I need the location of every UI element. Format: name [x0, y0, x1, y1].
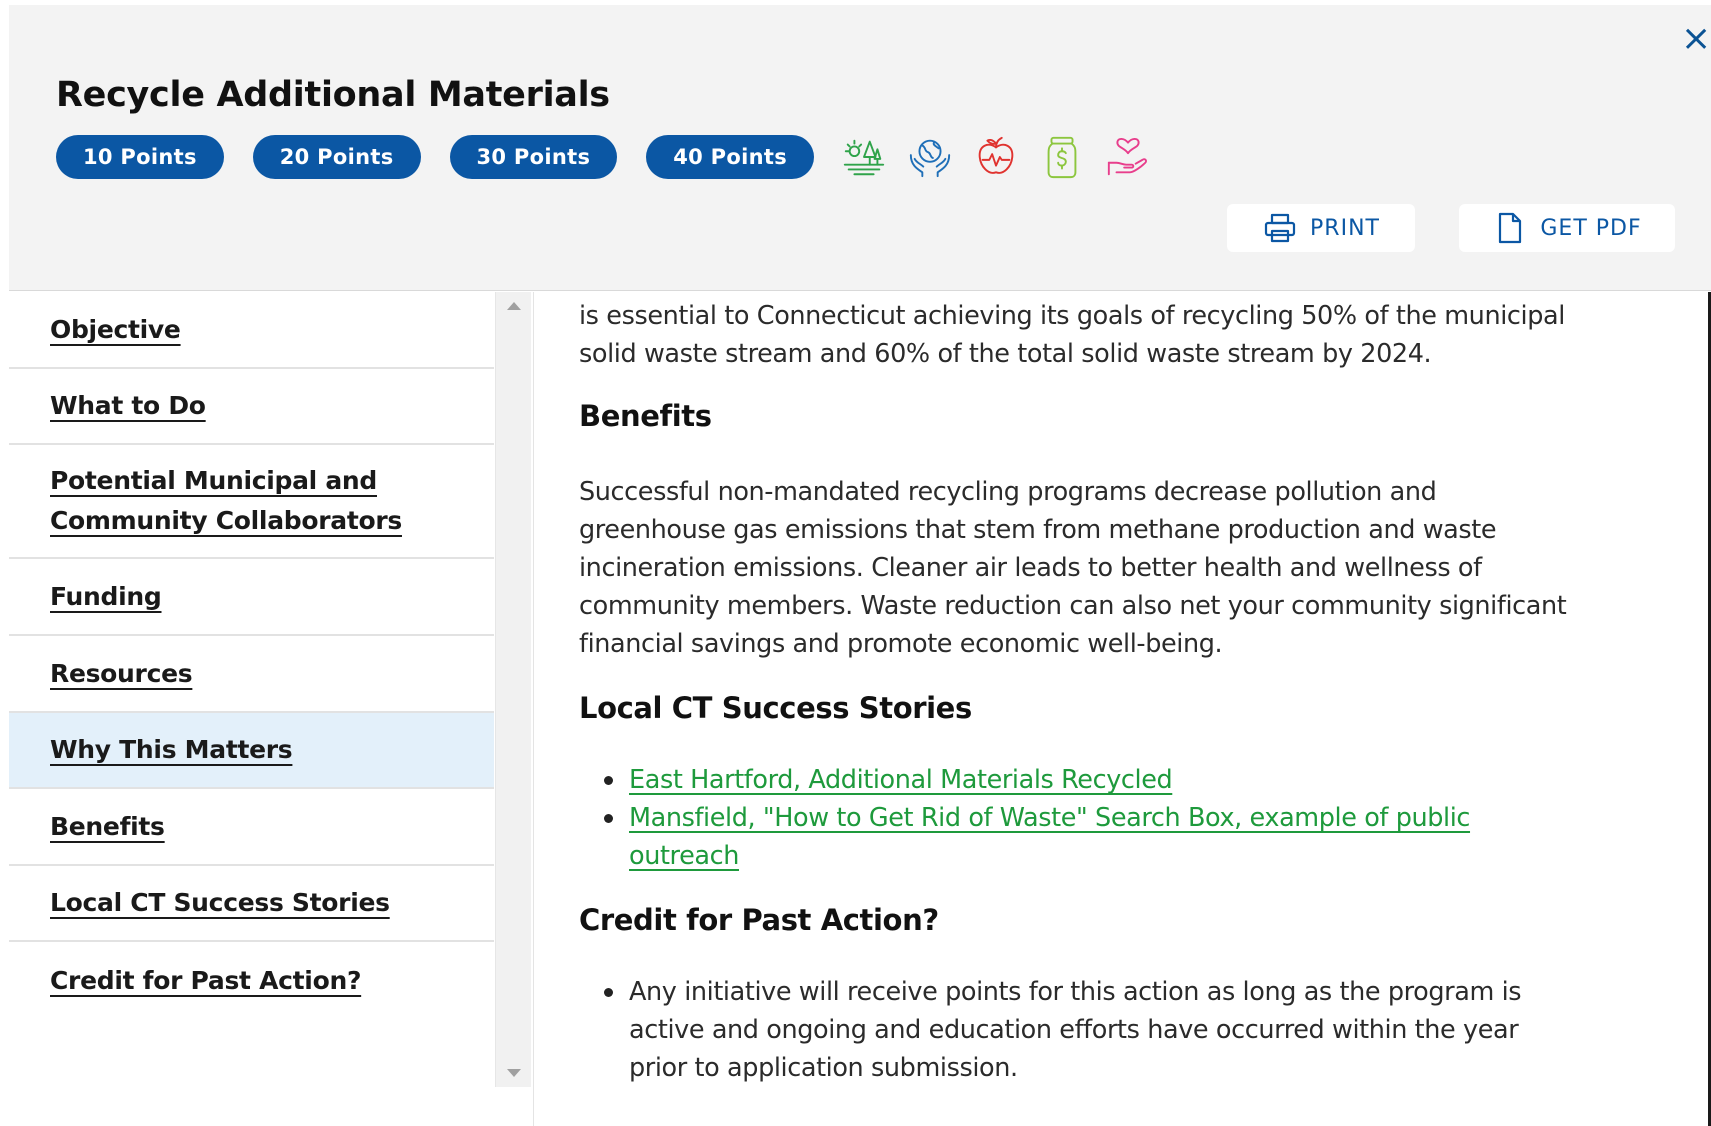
- success-stories-list: East Hartford, Additional Materials Recy…: [579, 761, 1679, 875]
- page-title: Recycle Additional Materials: [56, 75, 610, 115]
- scroll-up-arrow-icon[interactable]: [507, 302, 521, 310]
- sidebar-item-resources[interactable]: Resources: [9, 636, 494, 713]
- sidebar-item-label-line1[interactable]: Potential Municipal and: [50, 461, 377, 501]
- intro-line-1: is essential to Connecticut achieving it…: [579, 301, 1565, 331]
- points-row: 10 Points 20 Points 30 Points 40 Points: [56, 133, 1170, 181]
- credit-line-2: active and ongoing and education efforts…: [629, 1015, 1519, 1045]
- sidebar-item-label[interactable]: Funding: [50, 577, 162, 617]
- benefits-line-1: Successful non-mandated recycling progra…: [579, 477, 1437, 507]
- points-badge-40: 40 Points: [646, 135, 814, 179]
- credit-list: Any initiative will receive points for t…: [579, 973, 1679, 1087]
- credit-line-1: Any initiative will receive points for t…: [629, 977, 1522, 1007]
- benefits-paragraph: Successful non-mandated recycling progra…: [579, 473, 1679, 663]
- sidebar-item-what-to-do[interactable]: What to Do: [9, 369, 494, 445]
- money-jar-icon: [1038, 133, 1086, 181]
- hands-globe-icon: [906, 133, 954, 181]
- sidebar-scrollbar[interactable]: [495, 292, 531, 1087]
- points-badge-30: 30 Points: [449, 135, 618, 179]
- get-pdf-button[interactable]: GET PDF: [1459, 204, 1675, 252]
- modal-header: × Recycle Additional Materials 10 Points…: [9, 5, 1711, 291]
- category-icons: [840, 133, 1170, 181]
- sidebar-item-benefits[interactable]: Benefits: [9, 789, 494, 866]
- mansfield-link[interactable]: Mansfield, "How to Get Rid of Waste" Sea…: [629, 803, 1470, 871]
- benefits-heading: Benefits: [579, 399, 712, 433]
- benefits-line-5: financial savings and promote economic w…: [579, 629, 1223, 659]
- close-icon[interactable]: ×: [1681, 19, 1711, 59]
- mansfield-link-line1[interactable]: Mansfield, "How to Get Rid of Waste" Sea…: [629, 803, 1470, 833]
- list-item: Mansfield, "How to Get Rid of Waste" Sea…: [604, 799, 1679, 875]
- printer-icon: [1264, 213, 1296, 243]
- get-pdf-label: GET PDF: [1540, 215, 1642, 241]
- benefits-line-2: greenhouse gas emissions that stem from …: [579, 515, 1497, 545]
- sidebar-item-label[interactable]: Credit for Past Action?: [50, 961, 361, 1001]
- sidebar-item-why-this-matters[interactable]: Why This Matters: [9, 713, 494, 789]
- scroll-down-arrow-icon[interactable]: [507, 1069, 521, 1077]
- east-hartford-link[interactable]: East Hartford, Additional Materials Recy…: [629, 765, 1173, 795]
- sidebar-item-label[interactable]: Benefits: [50, 807, 165, 847]
- section-content: is essential to Connecticut achieving it…: [579, 292, 1679, 1126]
- benefits-line-4: community members. Waste reduction can a…: [579, 591, 1567, 621]
- points-badge-10: 10 Points: [56, 135, 224, 179]
- list-item: Any initiative will receive points for t…: [604, 973, 1679, 1087]
- credit-heading: Credit for Past Action?: [579, 903, 939, 937]
- climate-landscape-icon: [840, 133, 888, 181]
- section-nav: Objective What to Do Potential Municipal…: [9, 292, 494, 1087]
- sidebar-item-label[interactable]: Resources: [50, 654, 193, 694]
- document-icon: [1499, 212, 1522, 244]
- sidebar-item-funding[interactable]: Funding: [9, 559, 494, 636]
- sidebar-item-label[interactable]: What to Do: [50, 386, 206, 426]
- list-item: East Hartford, Additional Materials Recy…: [604, 761, 1679, 799]
- sidebar-item-label[interactable]: Local CT Success Stories: [50, 883, 390, 923]
- sidebar-item-label-line2[interactable]: Community Collaborators: [50, 501, 402, 541]
- sidebar-item-label[interactable]: Why This Matters: [50, 730, 293, 770]
- sidebar-item-credit-for-past-action[interactable]: Credit for Past Action?: [9, 942, 494, 1019]
- points-badge-20: 20 Points: [252, 135, 421, 179]
- apple-health-icon: [972, 133, 1020, 181]
- sidebar-item-local-ct-success-stories[interactable]: Local CT Success Stories: [9, 866, 494, 942]
- content-divider: [533, 292, 534, 1126]
- credit-line-3: prior to application submission.: [629, 1053, 1018, 1083]
- sidebar-item-label[interactable]: Objective: [50, 310, 181, 350]
- print-button[interactable]: PRINT: [1227, 204, 1415, 252]
- success-stories-heading: Local CT Success Stories: [579, 691, 972, 725]
- print-label: PRINT: [1310, 215, 1380, 241]
- action-modal: × Recycle Additional Materials 10 Points…: [9, 5, 1711, 1126]
- sidebar-item-objective[interactable]: Objective: [9, 292, 494, 369]
- intro-line-2: solid waste stream and 60% of the total …: [579, 339, 1432, 369]
- sidebar-item-collaborators[interactable]: Potential Municipal and Community Collab…: [9, 445, 494, 559]
- mansfield-link-line2[interactable]: outreach: [629, 841, 739, 871]
- hand-heart-icon: [1104, 133, 1152, 181]
- benefits-line-3: incineration emissions. Cleaner air lead…: [579, 553, 1482, 583]
